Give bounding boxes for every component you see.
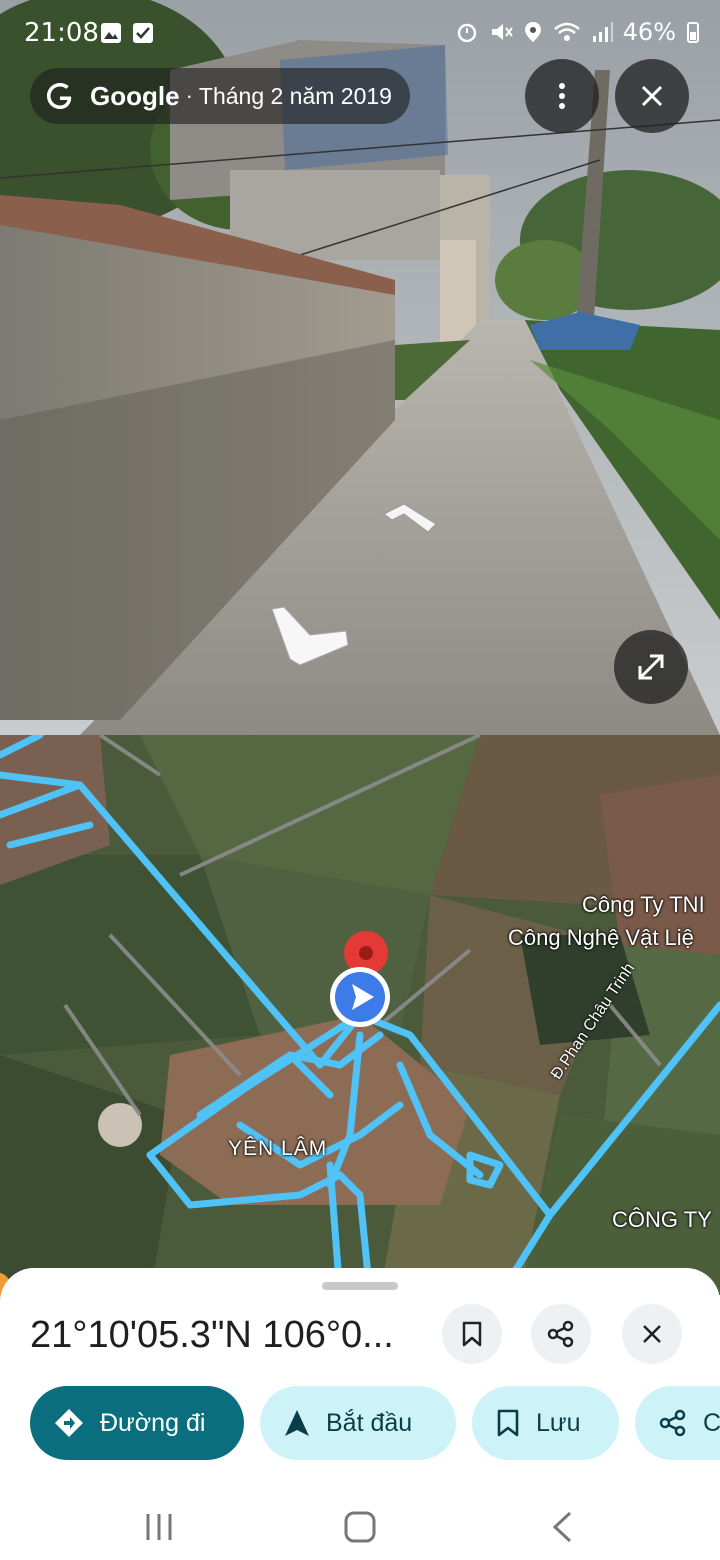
share-button[interactable]: C	[635, 1386, 720, 1460]
wifi-icon	[553, 22, 580, 41]
drag-handle[interactable]	[322, 1282, 398, 1290]
battery-percent: 46%	[622, 18, 676, 46]
checkbox-icon	[133, 23, 153, 43]
map-label-company-1[interactable]: Công Ty TNI	[582, 892, 705, 918]
signal-icon	[592, 22, 613, 42]
status-time: 21:08	[24, 18, 99, 48]
bookmark-icon	[462, 1321, 482, 1347]
map-label-company-3[interactable]: CÔNG TY	[612, 1207, 712, 1233]
start-label: Bắt đầu	[326, 1408, 413, 1437]
google-logo-icon	[47, 83, 72, 109]
directions-button[interactable]: Đường đi	[30, 1386, 244, 1460]
coordinates-title: 21°10'05.3"N 106°0...	[30, 1314, 394, 1356]
gallery-icon	[101, 23, 121, 43]
location-icon	[524, 22, 541, 42]
recent-apps-icon[interactable]	[145, 1510, 175, 1544]
share-place-button[interactable]	[531, 1304, 591, 1364]
action-chips-row: Đường đi Bắt đầu Lưu C	[0, 1386, 720, 1460]
expand-button[interactable]	[614, 630, 688, 704]
more-vert-icon	[559, 83, 565, 109]
close-street-view-button[interactable]	[615, 59, 689, 133]
separator: ·	[185, 83, 193, 108]
close-icon	[643, 1325, 661, 1343]
alarm-icon	[457, 23, 476, 43]
battery-icon	[687, 22, 699, 43]
home-icon[interactable]	[343, 1510, 377, 1544]
save-label: Lưu	[536, 1408, 581, 1437]
share-icon	[547, 1320, 574, 1348]
start-navigation-button[interactable]: Bắt đầu	[260, 1386, 456, 1460]
capture-date: Tháng 2 năm 2019	[198, 82, 392, 109]
bookmark-icon	[496, 1409, 520, 1437]
close-icon	[641, 85, 663, 107]
more-options-button[interactable]	[525, 59, 599, 133]
system-navigation-bar	[0, 1510, 720, 1560]
map-label-village: YÊN LÂM	[228, 1137, 328, 1160]
share-icon	[659, 1409, 687, 1437]
nav-arrow-back-icon[interactable]	[270, 605, 350, 669]
google-brand: Google	[90, 80, 180, 111]
save-place-button[interactable]	[442, 1304, 502, 1364]
street-view-panel[interactable]: 21:08 46% Google · Tháng 2 năm 2019	[0, 0, 720, 735]
save-button[interactable]: Lưu	[472, 1386, 619, 1460]
street-view-info-pill: Google · Tháng 2 năm 2019	[30, 68, 410, 124]
satellite-map[interactable]: Công Ty TNI Công Nghệ Vật Liệ YÊN LÂM Đ.…	[0, 735, 720, 1295]
mute-icon	[491, 24, 513, 40]
street-view-position-icon	[330, 967, 390, 1027]
fullscreen-icon	[638, 654, 664, 680]
share-label: C	[703, 1408, 720, 1437]
directions-label: Đường đi	[100, 1408, 206, 1437]
navigation-arrow-icon	[284, 1409, 310, 1437]
status-bar: 21:08 46%	[0, 0, 720, 66]
nav-arrow-forward-icon[interactable]	[382, 500, 438, 534]
map-label-company-2[interactable]: Công Nghệ Vật Liệ	[508, 925, 694, 951]
directions-icon	[54, 1408, 84, 1438]
close-sheet-button[interactable]	[622, 1304, 682, 1364]
back-icon[interactable]	[550, 1510, 574, 1544]
